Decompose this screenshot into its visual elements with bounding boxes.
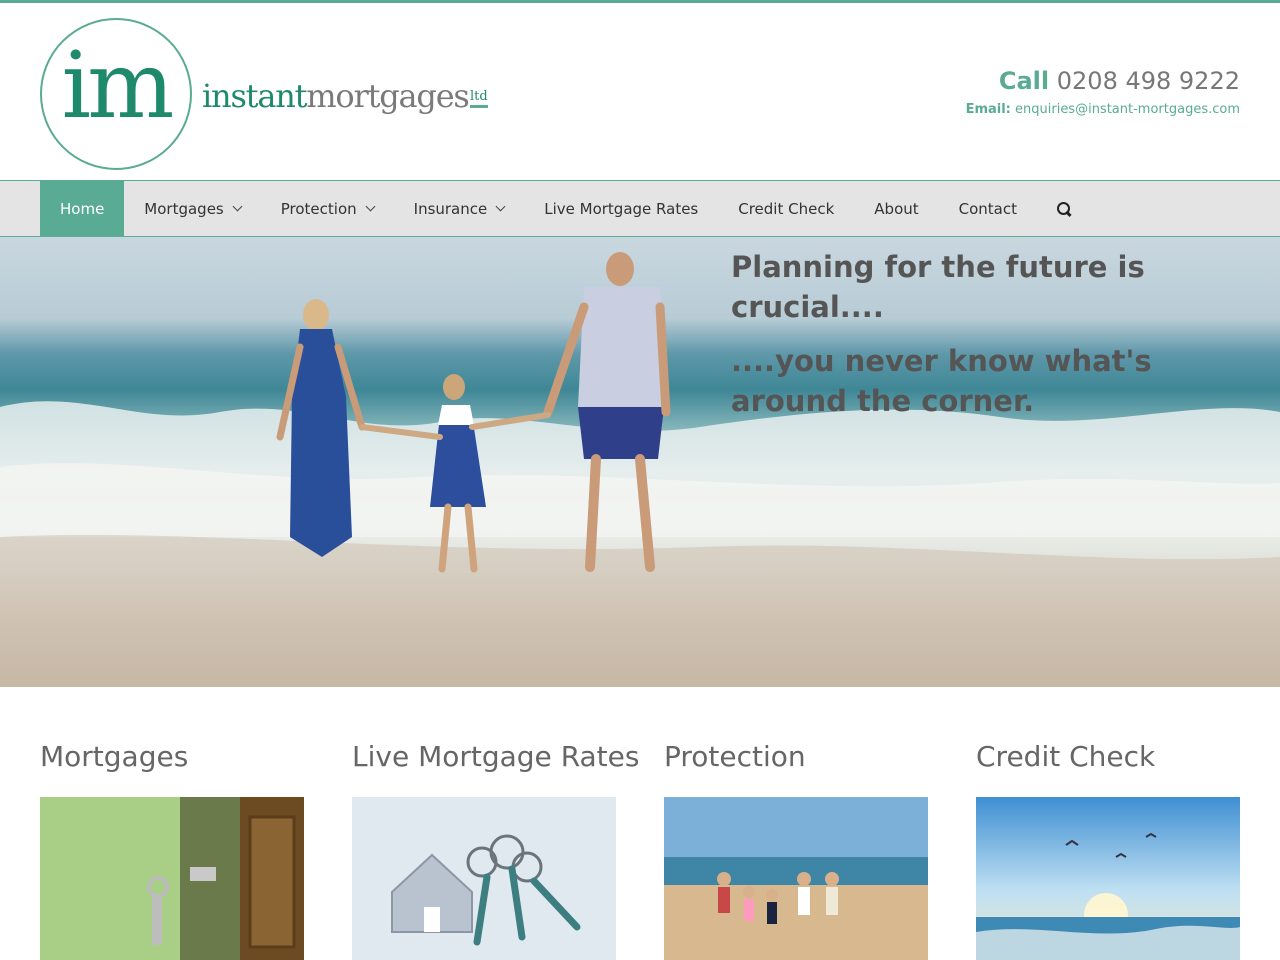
logo-word-mortgages: mortgages	[306, 77, 470, 115]
nav-item-contact[interactable]: Contact	[939, 181, 1037, 236]
feature-live-mortgage-rates: Live Mortgage Rates	[352, 737, 639, 960]
photo-graphic	[352, 797, 616, 960]
site-header: im instantmortgages ltd Call 0208 498 92…	[0, 3, 1280, 180]
feature-protection: Protection	[664, 737, 928, 960]
feature-title[interactable]: Live Mortgage Rates	[352, 737, 639, 777]
search-icon	[1057, 201, 1071, 216]
chevron-down-icon	[495, 201, 506, 212]
hero-line-2: ....you never know what's around the cor…	[731, 344, 1152, 418]
feature-credit-check: Credit Check	[976, 737, 1240, 960]
main-nav-list: Home Mortgages Protection Insurance Live…	[40, 181, 1091, 236]
logo-word-instant: instant	[202, 77, 307, 115]
nav-label: Protection	[280, 199, 357, 218]
nav-item-about[interactable]: About	[854, 181, 938, 236]
email-line: Email: enquiries@instant-mortgages.com	[966, 101, 1240, 119]
feature-title[interactable]: Credit Check	[976, 737, 1240, 777]
nav-item-home[interactable]: Home	[40, 181, 125, 236]
site-logo[interactable]: im instantmortgages ltd	[40, 18, 500, 173]
hero-headline: Planning for the future is crucial.... .…	[731, 247, 1251, 421]
nav-label: Home	[60, 199, 105, 218]
nav-label: Mortgages	[144, 199, 224, 218]
nav-label: Live Mortgage Rates	[544, 199, 699, 218]
search-button[interactable]	[1037, 181, 1091, 236]
mortgages-key-door-photo[interactable]	[40, 797, 304, 960]
nav-label: About	[874, 199, 919, 218]
nav-label: Contact	[958, 199, 1017, 218]
chevron-down-icon	[232, 201, 243, 212]
feature-title[interactable]: Mortgages	[40, 737, 304, 777]
rates-house-keys-photo[interactable]	[352, 797, 616, 960]
feature-columns: Mortgages Live Mortgage Rates Protection…	[40, 737, 1240, 960]
main-nav: Home Mortgages Protection Insurance Live…	[0, 180, 1280, 237]
hero-banner: Planning for the future is crucial.... .…	[0, 237, 1280, 687]
logo-suffix: ltd	[470, 90, 488, 108]
nav-label: Insurance	[413, 199, 488, 218]
nav-item-credit-check[interactable]: Credit Check	[718, 181, 854, 236]
header-contact: Call 0208 498 9222 Email: enquiries@inst…	[966, 65, 1240, 119]
nav-item-mortgages[interactable]: Mortgages	[124, 181, 260, 236]
chevron-down-icon	[365, 201, 376, 212]
credit-check-sunrise-sea-photo[interactable]	[976, 797, 1240, 960]
nav-item-protection[interactable]: Protection	[261, 181, 394, 236]
email-label: Email:	[965, 102, 1011, 117]
hero-line-1: Planning for the future is crucial....	[731, 250, 1145, 324]
feature-title[interactable]: Protection	[664, 737, 928, 777]
phone-number: 0208 498 9222	[1056, 67, 1240, 95]
nav-label: Credit Check	[738, 199, 835, 218]
phone-line[interactable]: Call 0208 498 9222	[966, 65, 1240, 97]
call-label: Call	[998, 67, 1050, 95]
nav-item-live-mortgage-rates[interactable]: Live Mortgage Rates	[524, 181, 718, 236]
feature-mortgages: Mortgages	[40, 737, 304, 960]
logo-wordmark: instantmortgages	[202, 76, 470, 116]
protection-family-beach-photo[interactable]	[664, 797, 928, 960]
logo-monogram: im	[61, 32, 175, 139]
photo-graphic	[976, 797, 1240, 960]
photo-graphic	[664, 797, 928, 960]
email-link[interactable]: enquiries@instant-mortgages.com	[1015, 102, 1240, 117]
nav-item-insurance[interactable]: Insurance	[394, 181, 525, 236]
photo-graphic	[40, 797, 304, 960]
